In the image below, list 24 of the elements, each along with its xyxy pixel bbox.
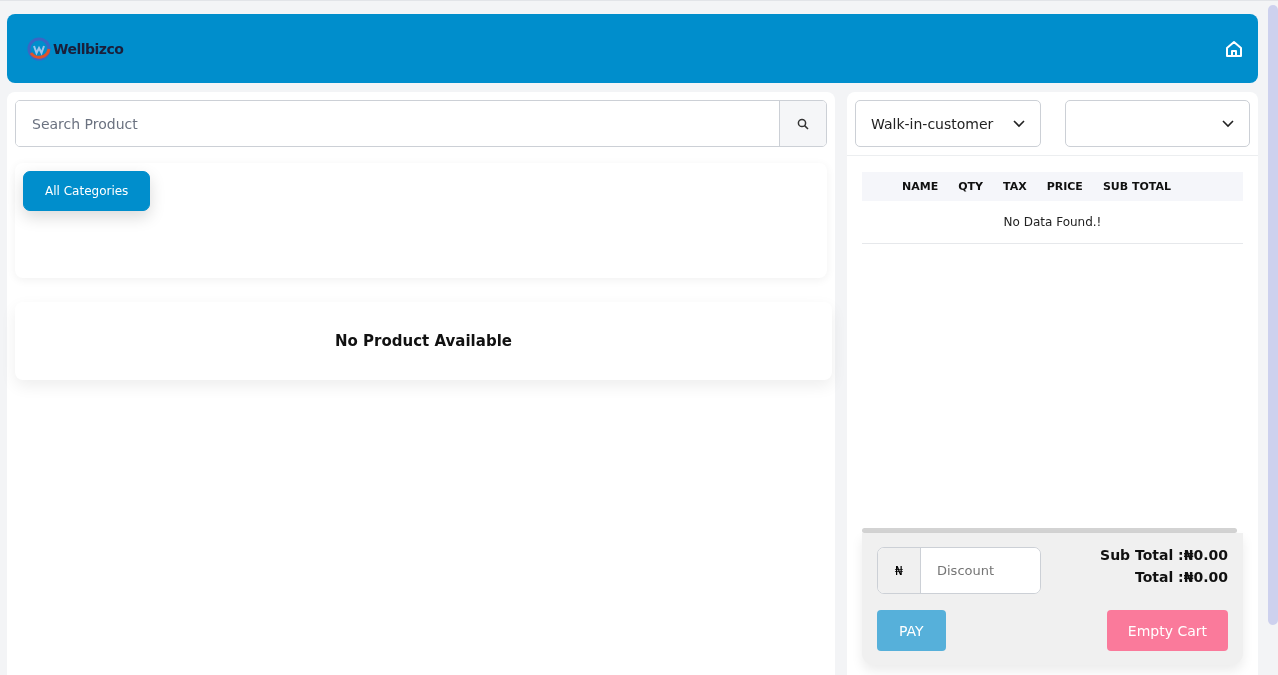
pay-button[interactable]: PAY (877, 610, 946, 651)
home-icon[interactable] (1224, 38, 1244, 59)
column-header: QTY (958, 180, 983, 193)
currency-label: ₦ (878, 548, 921, 593)
chevron-down-icon (1222, 119, 1234, 128)
select-field[interactable] (1064, 100, 1250, 147)
search-icon (797, 117, 809, 130)
total-text: Total :₦0.00 (1135, 569, 1228, 585)
logo-icon (27, 36, 51, 61)
column-header: TAX (1003, 180, 1027, 193)
customer-select[interactable]: Walk-in-customer (855, 100, 1041, 147)
empty-cart-message: No Data Found.! (1003, 215, 1102, 229)
column-header: NAME (902, 180, 939, 193)
column-header: SUB TOTAL (1102, 180, 1171, 193)
discount-input-group[interactable]: ₦ Discount (877, 547, 1041, 594)
search-button[interactable] (779, 101, 826, 146)
sub-total-text: Sub Total :₦0.00 (1100, 547, 1228, 563)
scrollbar[interactable] (1268, 5, 1278, 625)
category-button[interactable]: All Categories (23, 171, 151, 211)
column-header: PRICE (1046, 180, 1083, 193)
empty-cart-button[interactable]: Empty Cart (1106, 610, 1228, 651)
chevron-down-icon (1012, 119, 1025, 128)
logo-text: Wellbizco (53, 40, 124, 57)
empty-products-message: No Product Available (335, 332, 512, 350)
